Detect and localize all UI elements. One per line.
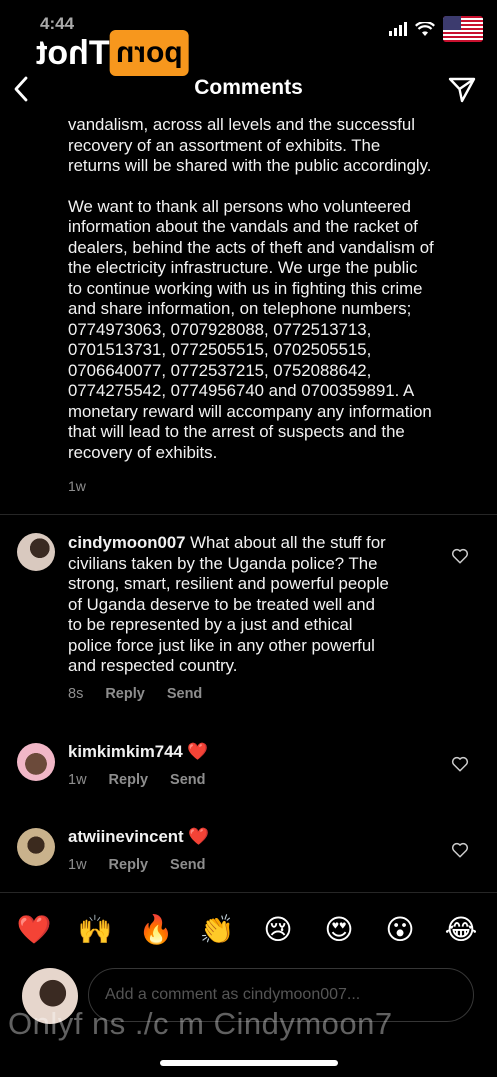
heart-outline-icon[interactable] <box>451 547 469 565</box>
reaction-heart[interactable]: ❤️ <box>15 911 53 949</box>
us-flag-icon <box>443 16 483 42</box>
page-title: Comments <box>194 76 303 99</box>
avatar[interactable] <box>17 533 55 571</box>
signal-icon <box>389 22 407 36</box>
send-button[interactable]: Send <box>170 772 205 788</box>
comment-body: cindymoon007 What about all the stuff fo… <box>68 533 438 677</box>
reply-button[interactable]: Reply <box>109 857 149 873</box>
heart-outline-icon[interactable] <box>451 841 469 859</box>
comment-username[interactable]: kimkimkim744 <box>68 742 183 761</box>
comment-text: ❤️ <box>182 742 209 761</box>
comments-header: Comments <box>0 62 497 114</box>
reaction-crying[interactable]: 😢 <box>259 911 297 949</box>
comment-body: kimkimkim744 ❤️ <box>68 742 438 763</box>
reaction-raised-hands[interactable]: 🙌 <box>76 911 114 949</box>
avatar[interactable] <box>17 828 55 866</box>
status-icons <box>389 16 483 42</box>
comment-meta: 8s Reply Send <box>68 686 202 702</box>
heart-outline-icon[interactable] <box>451 755 469 773</box>
reply-button[interactable]: Reply <box>105 686 145 702</box>
comment-text: ❤️ <box>183 827 210 846</box>
reaction-clap[interactable]: 👏 <box>198 911 236 949</box>
comment-meta: 1w Reply Send <box>68 772 206 788</box>
comment-username[interactable]: atwiinevincent <box>68 827 184 846</box>
reaction-laughing[interactable]: 😂 <box>442 911 480 949</box>
send-button[interactable]: Send <box>170 857 205 873</box>
caption-paragraph: We want to thank all persons who volunte… <box>68 196 434 462</box>
reaction-surprised[interactable]: 😮 <box>381 911 419 949</box>
comment-placeholder: Add a comment as cindymoon007... <box>105 986 361 1003</box>
reaction-heart-eyes[interactable]: 😍 <box>320 911 358 949</box>
comment-time: 8s <box>68 686 84 702</box>
reaction-fire[interactable]: 🔥 <box>137 911 175 949</box>
home-indicator[interactable] <box>160 1060 338 1066</box>
comment-username[interactable]: cindymoon007 <box>68 533 186 552</box>
comment-time: 1w <box>68 857 87 873</box>
send-button[interactable]: Send <box>167 686 202 702</box>
comment-time: 1w <box>68 772 87 788</box>
comment-body: atwiinevincent ❤️ <box>68 827 438 848</box>
comment-meta: 1w Reply Send <box>68 857 206 873</box>
comment-text: What about all the stuff for civilians t… <box>68 533 389 675</box>
caption-paragraph: vandalism, across all levels and the suc… <box>68 115 432 175</box>
post-caption: vandalism, across all levels and the suc… <box>68 115 488 483</box>
divider <box>0 514 497 515</box>
quick-reactions-bar: ❤️ 🙌 🔥 👏 😢 😍 😮 😂 <box>0 892 497 969</box>
post-timestamp: 1w <box>68 478 86 494</box>
direct-send-icon[interactable] <box>447 74 477 104</box>
wifi-icon <box>415 21 435 36</box>
avatar[interactable] <box>17 743 55 781</box>
reply-button[interactable]: Reply <box>109 772 149 788</box>
watermark-text: Onlyf ns ./c m Cindymoon7 <box>8 1006 393 1041</box>
